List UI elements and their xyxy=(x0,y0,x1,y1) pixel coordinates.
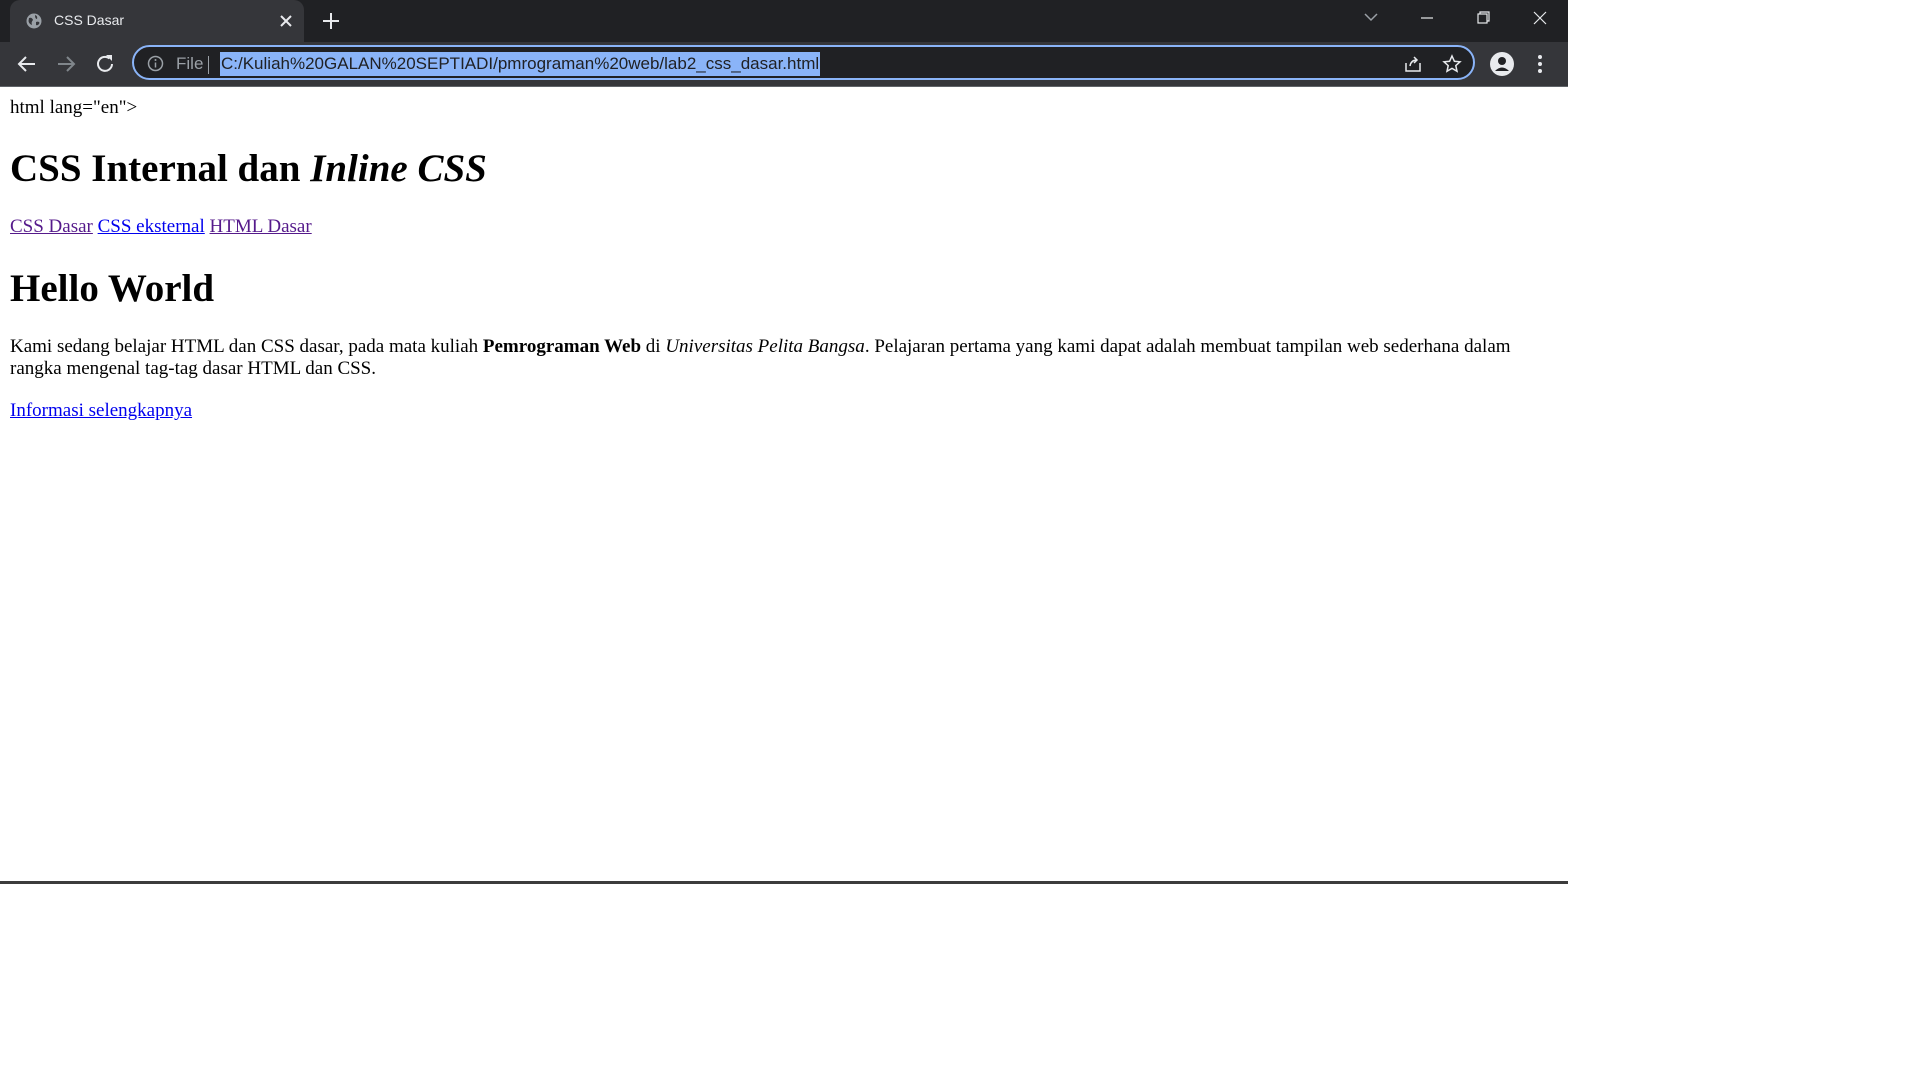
tab-strip: CSS Dasar xyxy=(0,0,1568,42)
page-title-plain: CSS Internal dan xyxy=(10,147,311,190)
minimize-icon[interactable] xyxy=(1399,0,1455,36)
bookmark-star-icon[interactable] xyxy=(1441,53,1463,75)
para-text-2: di xyxy=(641,336,666,357)
forward-arrow-icon[interactable] xyxy=(54,52,78,76)
omnibox-divider xyxy=(208,56,209,74)
url-text[interactable]: C:/Kuliah%20GALAN%20SEPTIADI/pmrograman%… xyxy=(220,52,821,76)
share-icon[interactable] xyxy=(1402,53,1424,75)
globe-icon xyxy=(26,13,42,29)
page-content: html lang="en"> CSS Internal dan Inline … xyxy=(0,88,1568,881)
close-icon[interactable] xyxy=(276,11,296,31)
reload-icon[interactable] xyxy=(93,52,117,76)
para-bold: Pemrograman Web xyxy=(482,336,642,357)
page-title-italic: Inline CSS xyxy=(310,147,487,190)
scheme-label: File xyxy=(176,54,204,73)
tab-css-dasar[interactable]: CSS Dasar xyxy=(10,0,304,42)
nav-links: CSS Dasar CSS eksternal HTML Dasar xyxy=(10,216,312,238)
hello-heading: Hello World xyxy=(10,267,215,310)
kebab-menu-icon[interactable] xyxy=(1530,52,1550,76)
para-text-1: Kami sedang belajar HTML dan CSS dasar, … xyxy=(10,336,483,357)
back-arrow-icon[interactable] xyxy=(15,52,39,76)
chevron-down-icon[interactable] xyxy=(1343,0,1399,36)
new-tab-plus-icon[interactable] xyxy=(320,10,342,32)
info-icon[interactable] xyxy=(147,55,164,72)
taskbar-edge xyxy=(0,881,1568,884)
intro-paragraph: Kami sedang belajar HTML dan CSS dasar, … xyxy=(10,336,1562,380)
tab-title: CSS Dasar xyxy=(54,12,125,28)
link-html-dasar[interactable]: HTML Dasar xyxy=(210,216,312,237)
stray-text: html lang="en"> xyxy=(10,97,138,118)
address-bar[interactable]: File C:/Kuliah%20GALAN%20SEPTIADI/pmrogr… xyxy=(132,45,1475,80)
restore-icon[interactable] xyxy=(1455,0,1511,36)
browser-chrome: CSS Dasar File C:/Kuliah%20GALAN%20SEPTI… xyxy=(0,0,1568,87)
toolbar: File C:/Kuliah%20GALAN%20SEPTIADI/pmrogr… xyxy=(0,42,1568,87)
para-italic: Universitas Pelita Bangsa xyxy=(665,336,865,357)
profile-avatar-icon[interactable] xyxy=(1490,52,1514,76)
page-title: CSS Internal dan Inline CSS xyxy=(10,146,487,192)
more-info-link[interactable]: Informasi selengkapnya xyxy=(10,400,192,422)
link-css-dasar[interactable]: CSS Dasar xyxy=(10,216,93,237)
link-css-eksternal[interactable]: CSS eksternal xyxy=(98,216,205,237)
window-close-icon[interactable] xyxy=(1512,0,1568,36)
